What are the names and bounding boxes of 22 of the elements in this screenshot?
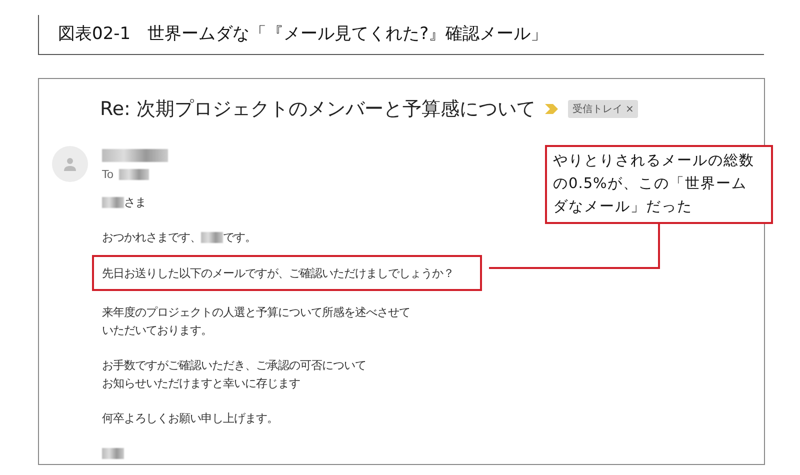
blurred-text [201, 232, 223, 242]
person-icon [63, 157, 77, 171]
blurred-text [102, 196, 124, 208]
blurred-text [102, 448, 124, 458]
email-text: です。 [223, 230, 256, 244]
callout-note: やりとりされるメールの総数 の0.5%が、この「世界ーム ダなメール」だった [545, 145, 773, 224]
email-text: いただいております。 [102, 322, 212, 338]
label-chip[interactable]: 受信トレイ × [568, 100, 638, 118]
email-text: 何卒よろしくお願い申し上げます。 [102, 410, 278, 426]
blurred-text [102, 149, 168, 162]
figure-title: 図表02-1 世界ームダな「『メール見てくれた?』確認メール」 [58, 23, 548, 45]
remove-label-button[interactable]: × [625, 104, 634, 114]
email-text: 来年度のプロジェクトの人選と予算について所感を述べさせて [102, 304, 410, 320]
recipient-label: To [102, 168, 114, 181]
email-text: 先日お送りした以下のメールですが、ご確認いただけましでしょうか？ [102, 266, 454, 280]
email-text: お知らせいただけますと幸いに存じます [102, 376, 300, 390]
email-text: お手数ですがご確認いただき、ご承認の可否について [102, 358, 366, 372]
email-text: さま [124, 194, 146, 210]
email-text: おつかれさまです、 [102, 230, 201, 244]
blurred-text [118, 169, 149, 180]
importance-marker-icon[interactable] [545, 104, 558, 114]
email-subject: Re: 次期プロジェクトのメンバーと予算感について [100, 97, 536, 122]
